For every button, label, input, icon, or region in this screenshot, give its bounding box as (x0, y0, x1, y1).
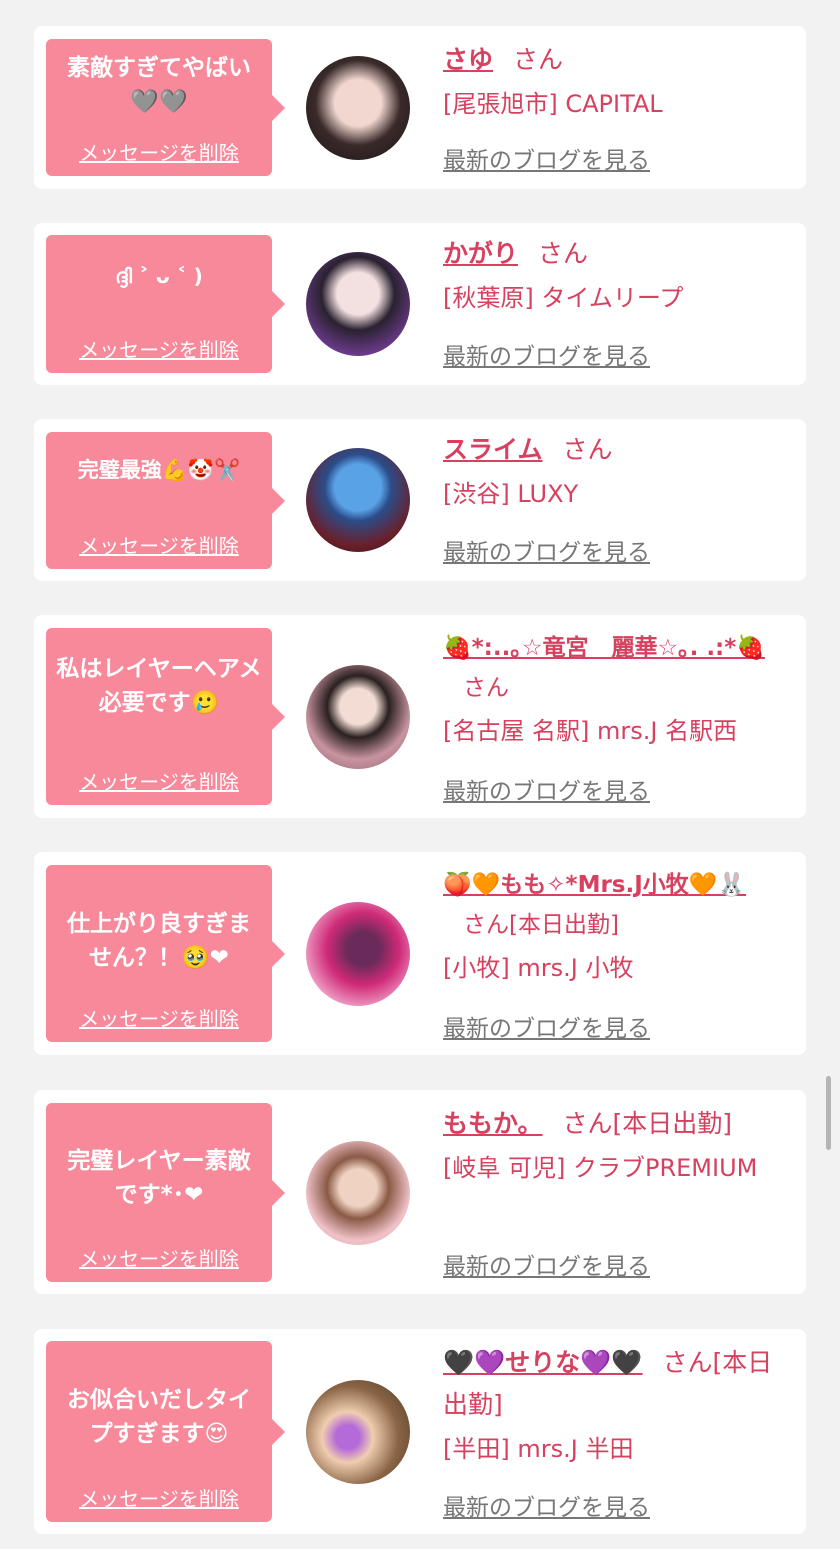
message-text: 完璧最強💪🤡✂️ (77, 458, 241, 482)
shop-label: [半田] mrs.J 半田 (443, 1435, 634, 1463)
cast-info: 🖤💜せりな💜🖤 さん[本日出勤] [半田] mrs.J 半田 最新のブログを見る (443, 1342, 786, 1521)
message-card: ദ്ദി ˃ ᴗ ˂ ) メッセージを削除 かがり さん [秋葉原] タイムリープ… (34, 223, 806, 385)
honorific: さん (513, 45, 564, 74)
message-card: 素敵すぎてやばい🩶🩶 メッセージを削除 さゆ さん [尾張旭市] CAPITAL … (34, 26, 806, 189)
honorific: さん[本日出勤] (562, 1109, 733, 1138)
delete-message-link[interactable]: メッセージを削除 (46, 1243, 272, 1272)
shop-label: [秋葉原] タイムリープ (443, 284, 684, 312)
photo-avatar-icon[interactable] (306, 252, 410, 356)
cast-name-link[interactable]: スライム (443, 435, 543, 464)
shop-label: [岐阜 可児] クラブPREMIUM (443, 1154, 758, 1182)
latest-blog-link[interactable]: 最新のブログを見る (443, 1247, 650, 1281)
shop-label: [小牧] mrs.J 小牧 (443, 954, 634, 982)
delete-message-link[interactable]: メッセージを削除 (46, 334, 272, 363)
message-text: ദ്ദി ˃ ᴗ ˂ ) (115, 264, 203, 288)
shop-label: [渋谷] LUXY (443, 480, 579, 508)
delete-message-link[interactable]: メッセージを削除 (46, 137, 272, 166)
cast-info: スライム さん [渋谷] LUXY 最新のブログを見る (443, 429, 786, 566)
scrollbar-thumb[interactable] (826, 1076, 831, 1150)
delete-message-link[interactable]: メッセージを削除 (46, 530, 272, 559)
message-text: 完璧レイヤー素敵です*･❤ (67, 1148, 251, 1208)
cast-info: さゆ さん [尾張旭市] CAPITAL 最新のブログを見る (443, 39, 786, 174)
cast-name-link[interactable]: 🍓*:..｡☆竜宮 麗華☆｡. .:*🍓 (443, 635, 765, 661)
cast-name-link[interactable]: ももか。 (443, 1109, 543, 1138)
shop-label: [名古屋 名駅] mrs.J 名駅西 (443, 717, 738, 745)
message-card: 完璧最強💪🤡✂️ メッセージを削除 スライム さん [渋谷] LUXY 最新のブロ… (34, 419, 806, 581)
message-text: 私はレイヤーヘアメ必要です🥲 (56, 656, 262, 716)
latest-blog-link[interactable]: 最新のブログを見る (443, 533, 650, 567)
latest-blog-link[interactable]: 最新のブログを見る (443, 1488, 650, 1522)
cast-info: 🍓*:..｡☆竜宮 麗華☆｡. .:*🍓 さん [名古屋 名駅] mrs.J 名駅… (443, 628, 786, 805)
cast-name-link[interactable]: かがり (443, 239, 518, 268)
latest-blog-link[interactable]: 最新のブログを見る (443, 337, 650, 371)
honorific: さん (538, 239, 589, 268)
message-bubble: 完璧レイヤー素敵です*･❤ メッセージを削除 (46, 1103, 285, 1282)
message-bubble: 仕上がり良すぎません？！🥹❤ メッセージを削除 (46, 865, 285, 1042)
latest-blog-link[interactable]: 最新のブログを見る (443, 772, 650, 806)
cast-info: 🍑🧡もも✧*Mrs.J小牧🧡🐰 さん[本日出勤] [小牧] mrs.J 小牧 最新… (443, 865, 786, 1042)
cast-name-link[interactable]: さゆ (443, 45, 493, 74)
latest-blog-link[interactable]: 最新のブログを見る (443, 1009, 650, 1043)
delete-message-link[interactable]: メッセージを削除 (46, 1003, 272, 1032)
message-bubble: 素敵すぎてやばい🩶🩶 メッセージを削除 (46, 39, 285, 176)
message-card: 仕上がり良すぎません？！🥹❤ メッセージを削除 🍑🧡もも✧*Mrs.J小牧🧡🐰 さ… (34, 852, 806, 1055)
latest-blog-link[interactable]: 最新のブログを見る (443, 141, 650, 175)
shop-label: [尾張旭市] CAPITAL (443, 90, 663, 118)
photo-avatar-icon[interactable] (306, 665, 410, 769)
honorific: さん[本日出勤] (463, 912, 619, 938)
cast-name-link[interactable]: 🖤💜せりな💜🖤 (443, 1348, 643, 1377)
photo-avatar-icon[interactable] (306, 56, 410, 160)
honorific: さん (463, 675, 509, 701)
cast-name-link[interactable]: 🍑🧡もも✧*Mrs.J小牧🧡🐰 (443, 872, 746, 898)
photo-avatar-icon[interactable] (306, 448, 410, 552)
message-card: お似合いだしタイプすぎます😍 メッセージを削除 🖤💜せりな💜🖤 さん[本日出勤] … (34, 1329, 806, 1534)
photo-avatar-icon[interactable] (306, 1141, 410, 1245)
message-bubble: 完璧最強💪🤡✂️ メッセージを削除 (46, 432, 285, 569)
message-text: 仕上がり良すぎません？！🥹❤ (67, 911, 251, 971)
message-text: 素敵すぎてやばい🩶🩶 (67, 55, 251, 115)
message-bubble: お似合いだしタイプすぎます😍 メッセージを削除 (46, 1341, 285, 1522)
message-card: 私はレイヤーヘアメ必要です🥲 メッセージを削除 🍓*:..｡☆竜宮 麗華☆｡. … (34, 615, 806, 818)
cast-info: ももか。 さん[本日出勤] [岐阜 可児] クラブPREMIUM 最新のブログを見… (443, 1103, 786, 1280)
message-bubble: ദ്ദി ˃ ᴗ ˂ ) メッセージを削除 (46, 235, 285, 373)
delete-message-link[interactable]: メッセージを削除 (46, 766, 272, 795)
photo-avatar-icon[interactable] (306, 902, 410, 1006)
delete-message-link[interactable]: メッセージを削除 (46, 1483, 272, 1512)
honorific: さん (562, 435, 613, 464)
cast-info: かがり さん [秋葉原] タイムリープ 最新のブログを見る (443, 233, 786, 370)
photo-avatar-icon[interactable] (306, 1380, 410, 1484)
message-card: 完璧レイヤー素敵です*･❤ メッセージを削除 ももか。 さん[本日出勤] [岐阜 … (34, 1090, 806, 1294)
message-text: お似合いだしタイプすぎます😍 (67, 1387, 251, 1447)
message-bubble: 私はレイヤーヘアメ必要です🥲 メッセージを削除 (46, 628, 285, 805)
